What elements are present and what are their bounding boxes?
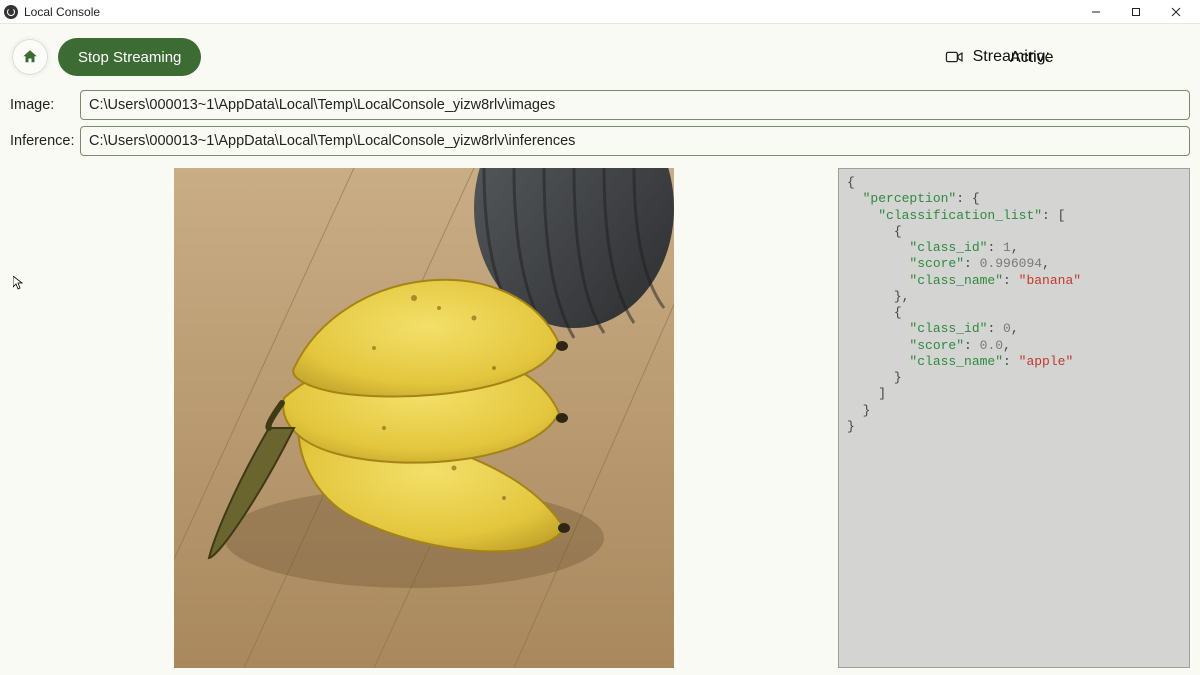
image-preview: [174, 168, 674, 668]
home-button[interactable]: [12, 39, 48, 75]
cursor-icon: [13, 276, 23, 295]
window-title: Local Console: [24, 5, 100, 19]
window-titlebar: Local Console: [0, 0, 1200, 24]
stop-streaming-button[interactable]: Stop Streaming: [58, 38, 201, 76]
home-icon: [21, 48, 39, 66]
main-area: { "perception": { "classification_list":…: [4, 162, 1196, 668]
inference-path-row: Inference:: [4, 126, 1196, 162]
toolbar: Stop Streaming Streaming: Active: [4, 38, 1196, 90]
app-icon: [4, 5, 18, 19]
inference-path-label: Inference:: [10, 133, 74, 149]
streaming-value: Active: [1010, 49, 1054, 67]
streaming-status: Streaming:: [945, 48, 1190, 66]
image-path-row: Image:: [4, 90, 1196, 126]
inference-output-panel: { "perception": { "classification_list":…: [838, 168, 1190, 668]
image-path-label: Image:: [10, 97, 74, 113]
camera-icon: [945, 50, 965, 64]
close-button[interactable]: [1156, 0, 1196, 24]
minimize-button[interactable]: [1076, 0, 1116, 24]
image-path-input[interactable]: [80, 90, 1190, 120]
inference-path-input[interactable]: [80, 126, 1190, 156]
maximize-button[interactable]: [1116, 0, 1156, 24]
